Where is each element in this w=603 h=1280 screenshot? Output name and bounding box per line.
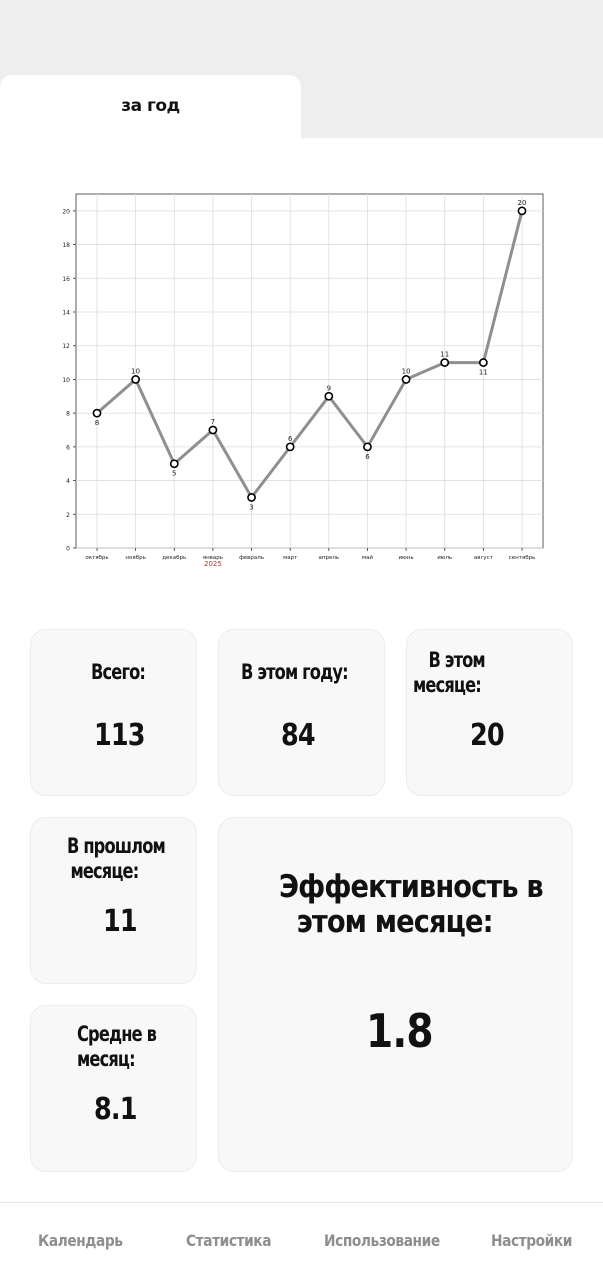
chart-svg: 02468101214161820октябрь ноябрь декабрь янв… (62, 193, 544, 568)
data-label: 9 (327, 384, 331, 392)
tab-year-label: за год (121, 96, 180, 116)
y-tick-label: 18 (62, 242, 70, 249)
data-label: 10 (131, 367, 140, 375)
data-label: 11 (440, 351, 449, 359)
x-tick-label: апрель (319, 555, 340, 561)
data-point (92, 408, 102, 418)
stat-this-month-label-line1: В этом (428, 648, 485, 672)
y-tick-label: 12 (62, 343, 70, 350)
y-tick-label: 14 (62, 310, 70, 317)
data-label: 6 (365, 453, 370, 461)
stat-avg-month-value: 8.1 (94, 1092, 137, 1127)
stat-total-label: Всего: (91, 660, 146, 684)
stat-card-efficiency: Эффективность в этом месяце: 1.8 (218, 817, 573, 1172)
line-chart: 0 2 4 6 8 10 12 14 16 18 20 октябрь ноябрь декабрь янв… (54, 188, 554, 578)
data-point (324, 391, 334, 401)
data-label: 3 (249, 503, 253, 511)
y-tick-label: 0 (66, 546, 70, 553)
nav-calendar[interactable]: Календарь (38, 1231, 123, 1250)
data-point (208, 425, 218, 435)
data-label: 6 (288, 435, 293, 443)
x-tick-label: октябрь (85, 555, 108, 561)
data-point (363, 442, 372, 452)
bottom-navigation: Календарь Статистика Использование Настр… (0, 1202, 603, 1280)
data-label: 8 (95, 419, 99, 427)
stat-efficiency-label: Эффективность в этом месяце: (279, 869, 544, 940)
stat-this-month-value: 20 (470, 718, 505, 753)
y-tick-label: 20 (62, 208, 70, 215)
x-tick-label: ноябрь (125, 555, 145, 561)
data-point (247, 493, 256, 502)
x-tick-label: май (362, 554, 374, 561)
data-label: 11 (479, 369, 488, 377)
stat-card-last-month: В прошлом месяце: 11 (30, 817, 197, 984)
y-tick-label: 10 (62, 377, 70, 384)
stat-card-this-year: В этом году: 84 (218, 629, 385, 796)
x-tick-label: декабрь (162, 555, 186, 561)
x-tick-label: сентябрь (509, 555, 536, 561)
stat-total-value: 113 (94, 718, 146, 753)
nav-settings[interactable]: Настройки (491, 1231, 572, 1250)
stat-efficiency-label-line1: Эффективность в (279, 869, 544, 905)
data-label: 20 (518, 199, 527, 207)
x-tick-label: март (283, 555, 298, 561)
stat-last-month-value: 11 (103, 904, 138, 939)
stat-avg-month-label-line2: месяц: (77, 1047, 136, 1071)
y-tick-label: 6 (66, 444, 70, 451)
stat-card-total: Всего: 113 (30, 629, 197, 796)
stat-efficiency-value: 1.8 (366, 1004, 434, 1058)
y-tick-label: 4 (66, 478, 70, 485)
data-point (401, 375, 411, 384)
stat-card-avg-month: Средне в месяц: 8.1 (30, 1005, 197, 1172)
stat-this-month-label: В этом месяце: (413, 648, 486, 698)
x-tick-label: июль (437, 555, 452, 561)
data-point (517, 206, 527, 216)
tab-year[interactable]: за год (0, 75, 301, 145)
data-point (440, 358, 450, 367)
stat-efficiency-label-line2: этом месяце: (296, 904, 494, 940)
data-point (131, 375, 141, 384)
data-label: 10 (402, 367, 411, 375)
y-tick-label: 16 (62, 276, 70, 283)
plot-area (75, 193, 544, 549)
y-tick-label: 8 (66, 411, 70, 418)
y-tick-label: 2 (66, 512, 70, 519)
stat-last-month-label: В прошлом месяце: (67, 834, 166, 884)
stat-avg-month-label: Средне в месяц: (77, 1022, 157, 1072)
stat-card-this-month: В этом месяце: 20 (406, 629, 573, 796)
data-label: 5 (172, 470, 176, 478)
x-tick-label: февраль (239, 555, 264, 561)
nav-statistics[interactable]: Статистика (186, 1231, 272, 1250)
data-point (169, 459, 179, 469)
stat-last-month-label-line2: месяце: (70, 859, 139, 883)
stat-this-month-label-line2: месяце: (413, 673, 482, 697)
stat-avg-month-label-line1: Средне в (77, 1022, 157, 1046)
data-point (285, 442, 295, 452)
data-label: 7 (211, 418, 215, 426)
stat-this-year-label: В этом году: (241, 660, 349, 684)
x-tick-label: август (474, 555, 494, 561)
stat-this-year-value: 84 (281, 718, 316, 753)
data-point (478, 358, 488, 367)
year-marker: 2025 (204, 560, 222, 568)
x-tick-label: июнь (399, 555, 414, 561)
nav-usage[interactable]: Использование (324, 1231, 440, 1250)
stat-last-month-label-line1: В прошлом (67, 834, 166, 858)
